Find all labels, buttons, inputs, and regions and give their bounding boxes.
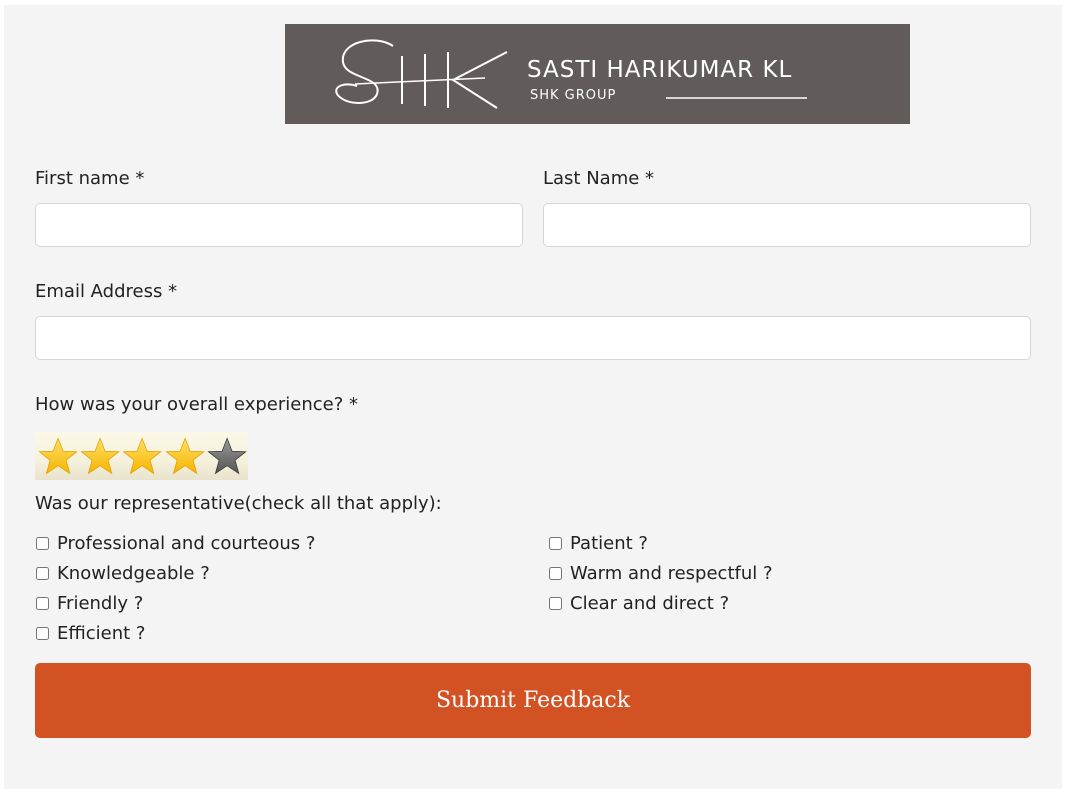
brand-subtitle: SHK GROUP [530, 88, 617, 103]
representative-trait-option[interactable]: Efficient ? [35, 623, 146, 644]
star-filled-icon[interactable] [164, 435, 206, 478]
representative-trait-option[interactable]: Clear and direct ? [548, 593, 729, 614]
star-rating[interactable] [35, 432, 248, 480]
star-filled-icon[interactable] [37, 435, 79, 478]
representative-trait-checkbox[interactable] [36, 597, 49, 610]
representative-trait-option-label: Professional and courteous ? [57, 533, 316, 554]
representative-trait-option-label: Warm and respectful ? [570, 563, 773, 584]
representative-label: Was our representative(check all that ap… [35, 493, 442, 514]
representative-trait-checkbox[interactable] [36, 537, 49, 550]
star-filled-icon[interactable] [121, 435, 163, 478]
monogram-h-cross-stroke [354, 77, 486, 85]
representative-trait-option[interactable]: Knowledgeable ? [35, 563, 210, 584]
representative-trait-checkbox[interactable] [36, 567, 49, 580]
first-name-input[interactable] [35, 203, 523, 247]
representative-trait-option-label: Patient ? [570, 533, 648, 554]
representative-trait-option-label: Friendly ? [57, 593, 144, 614]
representative-trait-option[interactable]: Friendly ? [35, 593, 143, 614]
last-name-label: Last Name * [543, 168, 655, 189]
star-empty-icon[interactable] [206, 435, 248, 478]
monogram-k-arms [450, 51, 508, 109]
representative-trait-checkbox[interactable] [549, 597, 562, 610]
first-name-label: First name * [35, 168, 145, 189]
experience-label: How was your overall experience? * [35, 394, 358, 415]
representative-trait-option-label: Efficient ? [57, 623, 146, 644]
representative-trait-option-label: Clear and direct ? [570, 593, 730, 614]
representative-trait-checkbox[interactable] [549, 567, 562, 580]
brand-name: SASTI HARIKUMAR KL [527, 57, 793, 83]
representative-trait-checkbox[interactable] [549, 537, 562, 550]
monogram-s-stroke [335, 39, 394, 104]
star-filled-icon[interactable] [79, 435, 121, 478]
representative-trait-option[interactable]: Patient ? [548, 533, 648, 554]
representative-trait-option[interactable]: Warm and respectful ? [548, 563, 773, 584]
representative-trait-option-label: Knowledgeable ? [57, 563, 210, 584]
email-label: Email Address * [35, 281, 178, 302]
email-input[interactable] [35, 316, 1031, 360]
representative-trait-checkbox[interactable] [36, 627, 49, 640]
submit-feedback-button[interactable]: Submit Feedback [35, 663, 1031, 738]
brand-logo-banner: SASTI HARIKUMAR KL SHK GROUP [285, 24, 910, 124]
last-name-input[interactable] [543, 203, 1031, 247]
representative-trait-option[interactable]: Professional and courteous ? [35, 533, 315, 554]
